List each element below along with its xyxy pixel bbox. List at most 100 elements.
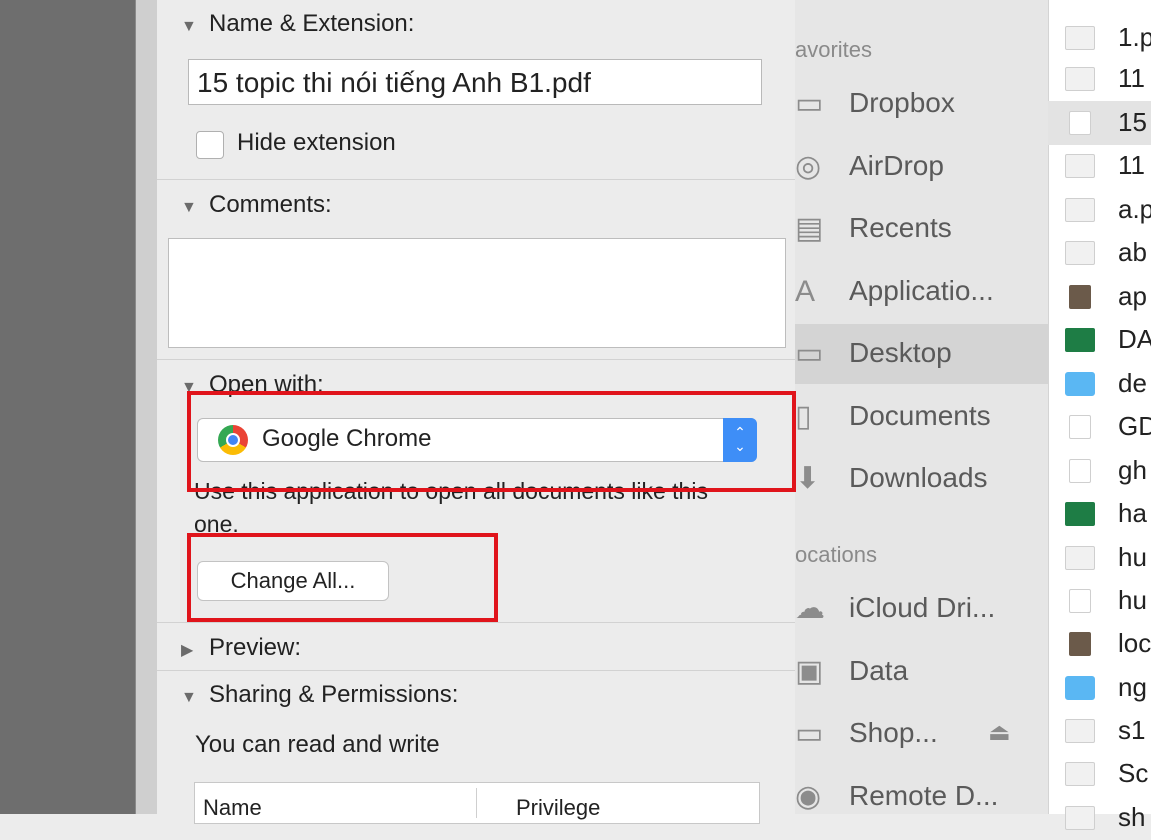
file-icon <box>1069 459 1091 483</box>
file-icon <box>1065 806 1095 830</box>
file-row[interactable]: 11 <box>1048 144 1151 188</box>
file-row[interactable]: ap <box>1048 275 1151 319</box>
sidebar-item-shop[interactable]: ▭ Shop... ⏏ <box>795 704 1048 764</box>
favorites-heading: avorites <box>795 37 873 62</box>
sidebar-item-downloads[interactable]: ⬇ Downloads <box>795 449 1048 509</box>
disclosure-closed-icon: ▶ <box>181 642 194 659</box>
file-row[interactable]: de <box>1048 362 1151 406</box>
sharing-permissions-header[interactable]: ▼ Sharing & Permissions: <box>181 681 458 709</box>
file-icon <box>1069 415 1091 439</box>
file-icon <box>1065 198 1095 222</box>
highlight-box-app-select <box>187 391 796 492</box>
permission-summary: You can read and write <box>195 731 440 758</box>
cloud-icon: ☁ <box>795 592 825 625</box>
desktop-icon: ▭ <box>795 337 824 370</box>
sidebar-item-data[interactable]: ▣ Data <box>795 642 1048 702</box>
airdrop-icon: ◎ <box>795 150 822 183</box>
file-row[interactable]: s1 <box>1048 709 1151 753</box>
file-row[interactable]: sh <box>1048 796 1151 840</box>
file-name: ha <box>1118 498 1147 528</box>
file-row[interactable]: loc <box>1048 622 1151 666</box>
divider <box>157 359 795 360</box>
file-name: ng <box>1118 672 1147 702</box>
file-name: a.p <box>1118 194 1151 224</box>
file-row[interactable]: a.p <box>1048 188 1151 232</box>
column-header-name[interactable]: Name <box>203 795 262 821</box>
file-name: 1.p <box>1118 22 1151 52</box>
recents-icon: ▤ <box>795 212 824 245</box>
file-row[interactable]: 15 <box>1048 101 1151 145</box>
file-name: sh <box>1118 802 1146 832</box>
sidebar-item-remote-disc[interactable]: ◉ Remote D... <box>795 767 1048 827</box>
file-row[interactable]: ng <box>1048 666 1151 710</box>
file-row[interactable]: ha <box>1048 492 1151 536</box>
file-name: hu <box>1118 542 1147 572</box>
hide-extension-checkbox[interactable] <box>196 131 224 159</box>
file-row[interactable]: Sc <box>1048 752 1151 796</box>
file-icon <box>1065 67 1095 91</box>
locations-heading: ocations <box>795 542 877 567</box>
sidebar-item-documents[interactable]: ▯ Documents <box>795 387 1048 447</box>
file-row[interactable]: hu <box>1048 536 1151 580</box>
desktop-background <box>0 0 135 814</box>
disclosure-open-icon: ▼ <box>181 199 197 216</box>
hide-extension-label: Hide extension <box>237 129 396 156</box>
file-row[interactable]: ab <box>1048 231 1151 275</box>
file-icon <box>1065 26 1095 50</box>
name-extension-header[interactable]: ▼ Name & Extension: <box>181 10 414 38</box>
file-row[interactable]: 1.p <box>1048 16 1151 60</box>
file-name: de <box>1118 368 1147 398</box>
file-icon <box>1065 719 1095 743</box>
file-name: 11 <box>1118 63 1145 93</box>
file-icon <box>1065 372 1095 396</box>
preview-header[interactable]: ▶ Preview: <box>181 634 301 662</box>
disk-icon: ▣ <box>795 655 824 688</box>
sidebar-item-icloud-drive[interactable]: ☁ iCloud Dri... <box>795 579 1048 639</box>
divider <box>157 622 795 623</box>
divider <box>157 179 795 180</box>
sidebar-item-airdrop[interactable]: ◎ AirDrop <box>795 137 1048 197</box>
permissions-table <box>194 782 760 824</box>
downloads-icon: ⬇ <box>795 462 821 495</box>
file-row[interactable]: hu <box>1048 579 1151 623</box>
file-name: loc <box>1118 628 1151 658</box>
file-icon <box>1065 154 1095 178</box>
disclosure-open-icon: ▼ <box>181 689 197 706</box>
file-icon <box>1065 241 1095 265</box>
file-icon <box>1065 762 1095 786</box>
file-row[interactable]: gh <box>1048 449 1151 493</box>
divider <box>157 670 795 671</box>
file-row[interactable]: GD <box>1048 405 1151 449</box>
column-header-privilege[interactable]: Privilege <box>516 795 600 821</box>
disclosure-open-icon: ▼ <box>181 18 197 35</box>
eject-icon[interactable]: ⏏ <box>988 718 1011 747</box>
file-row[interactable]: DA <box>1048 318 1151 362</box>
file-icon <box>1065 676 1095 700</box>
comments-header[interactable]: ▼ Comments: <box>181 191 332 219</box>
highlight-box-change-all <box>187 533 498 622</box>
window-edge <box>135 0 158 814</box>
sidebar-item-recents[interactable]: ▤ Recents <box>795 199 1048 259</box>
file-icon <box>1065 502 1095 526</box>
file-name: Sc <box>1118 758 1149 788</box>
sidebar-item-desktop[interactable]: ▭ Desktop <box>795 324 1048 384</box>
file-icon <box>1069 285 1091 309</box>
applications-icon: A <box>795 275 816 308</box>
file-name-field[interactable]: 15 topic thi nói tiếng Anh B1.pdf <box>188 59 762 105</box>
documents-icon: ▯ <box>795 400 812 433</box>
file-icon <box>1069 589 1091 613</box>
file-name: hu <box>1118 585 1147 615</box>
remote-disc-icon: ◉ <box>795 780 822 813</box>
folder-icon: ▭ <box>795 87 824 120</box>
sidebar-item-dropbox[interactable]: ▭ Dropbox <box>795 74 1048 134</box>
file-name: s1 <box>1118 715 1146 745</box>
file-icon <box>1069 632 1091 656</box>
file-icon <box>1065 546 1095 570</box>
sidebar-item-applications[interactable]: A Applicatio... <box>795 262 1048 322</box>
file-row[interactable]: 11 <box>1048 57 1151 101</box>
file-name: 11 <box>1118 150 1145 180</box>
comments-textarea[interactable] <box>168 238 786 348</box>
drive-icon: ▭ <box>795 717 824 750</box>
file-name: ab <box>1118 237 1147 267</box>
file-name: GD <box>1118 411 1151 441</box>
